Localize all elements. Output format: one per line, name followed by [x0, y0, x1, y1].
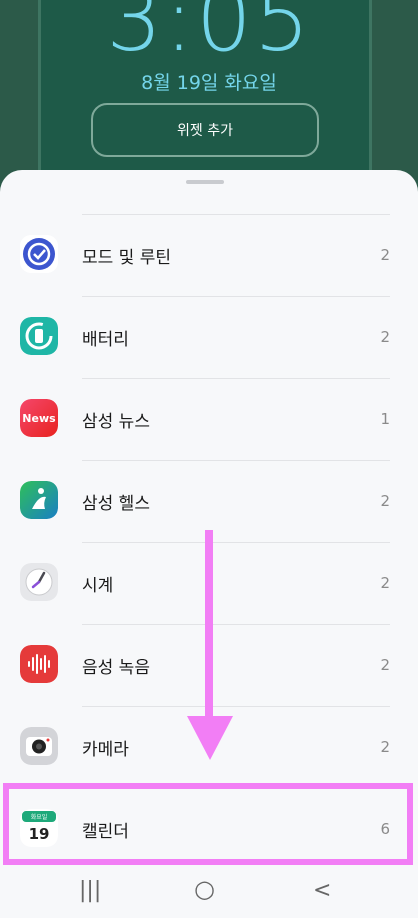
app-name: 삼성 뉴스	[82, 412, 150, 432]
navigation-bar: ||| ○ <	[0, 872, 418, 908]
widget-count: 2	[380, 246, 390, 264]
app-name: 배터리	[82, 330, 129, 350]
scroll-arrow-head	[187, 716, 233, 760]
lockscreen-date: 8월 19일 화요일	[141, 72, 277, 94]
svg-text:화요일: 화요일	[31, 813, 48, 821]
svg-text:News: News	[22, 412, 56, 425]
list-item-samsung-health[interactable]: 삼성 헬스 2	[20, 460, 390, 542]
add-widget-button[interactable]: 위젯 추가	[91, 103, 319, 157]
widget-count: 2	[380, 656, 390, 674]
modes-routines-icon	[20, 235, 58, 273]
list-item-modes-routines[interactable]: 모드 및 루틴 2	[20, 214, 390, 296]
widget-count: 2	[380, 328, 390, 346]
home-button[interactable]: ○	[194, 875, 215, 903]
app-name: 삼성 헬스	[82, 494, 150, 514]
camera-icon	[20, 727, 58, 765]
list-item-calendar[interactable]: 화요일 19 캘린더 6	[20, 788, 390, 870]
app-name: 카메라	[82, 740, 129, 760]
widget-count: 2	[380, 574, 390, 592]
battery-icon	[20, 317, 58, 355]
list-item-samsung-news[interactable]: News 삼성 뉴스 1	[20, 378, 390, 460]
sheet-drag-handle[interactable]	[186, 180, 224, 184]
samsung-news-icon: News	[20, 399, 58, 437]
widget-count: 6	[380, 820, 390, 838]
app-name: 음성 녹음	[82, 658, 150, 678]
clock-icon	[20, 563, 58, 601]
list-item-clock[interactable]: 시계 2	[20, 542, 390, 624]
list-item-battery[interactable]: 배터리 2	[20, 296, 390, 378]
list-item-voice-recorder[interactable]: 음성 녹음 2	[20, 624, 390, 706]
app-name: 모드 및 루틴	[82, 248, 172, 268]
svg-text:19: 19	[29, 825, 50, 843]
back-button[interactable]: <	[313, 878, 331, 903]
widget-count: 2	[380, 492, 390, 510]
widget-count: 2	[380, 738, 390, 756]
samsung-health-icon	[20, 481, 58, 519]
list-item-camera[interactable]: 카메라 2	[20, 706, 390, 788]
voice-recorder-icon	[20, 645, 58, 683]
widget-count: 1	[380, 410, 390, 428]
calendar-icon: 화요일 19	[20, 809, 58, 847]
app-name: 시계	[82, 576, 114, 596]
app-name: 캘린더	[82, 822, 129, 842]
scroll-arrow-shaft	[205, 530, 213, 720]
lockscreen-clock: 3:05	[106, 0, 312, 71]
recent-apps-button[interactable]: |||	[79, 878, 101, 903]
